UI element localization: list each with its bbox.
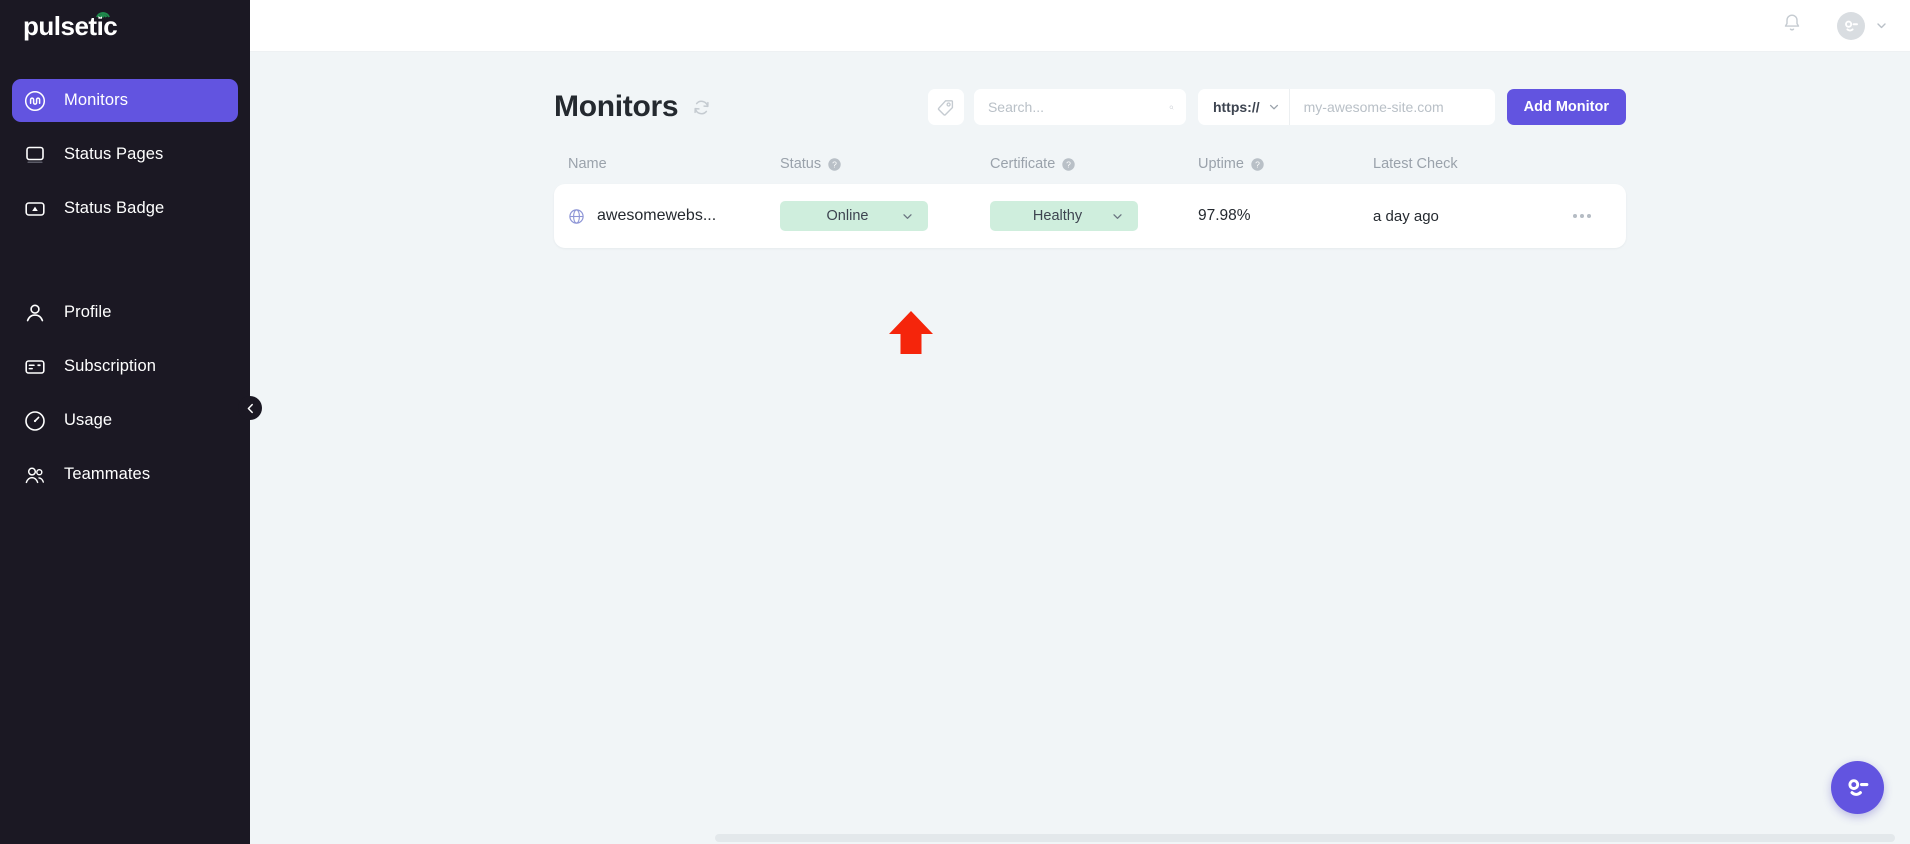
chevron-down-icon: [901, 210, 914, 223]
notifications-bell-button[interactable]: [1781, 12, 1803, 39]
account-menu-button[interactable]: [1837, 12, 1888, 40]
sidebar: pulsetic Monitors: [0, 0, 250, 844]
refresh-icon: [692, 98, 711, 117]
latest-check-value: a day ago: [1373, 208, 1439, 225]
sidebar-item-label: Teammates: [64, 465, 150, 484]
chevron-left-icon: [244, 402, 257, 415]
uptime-value: 97.98%: [1198, 207, 1251, 225]
monitor-certificate-cell: Healthy: [990, 201, 1198, 231]
url-input-group: https://: [1198, 89, 1495, 125]
sidebar-item-label: Status Badge: [64, 199, 164, 218]
monitor-wave-icon: [22, 88, 48, 114]
sidebar-item-usage[interactable]: Usage: [12, 399, 238, 442]
ellipsis-icon: [1580, 214, 1584, 218]
bell-icon: [1781, 12, 1803, 34]
status-badge-icon: [22, 196, 48, 222]
status-badge[interactable]: Online: [780, 201, 928, 231]
scrollbar-thumb[interactable]: [715, 834, 1895, 842]
sidebar-item-status-badge[interactable]: Status Badge: [12, 187, 238, 230]
main-area: Monitors: [250, 0, 1910, 844]
sidebar-item-teammates[interactable]: Teammates: [12, 453, 238, 496]
protocol-value: https://: [1213, 99, 1260, 115]
topbar: [250, 0, 1910, 52]
help-icon[interactable]: ?: [828, 158, 841, 171]
page-header: Monitors: [554, 52, 1626, 136]
help-icon[interactable]: ?: [1251, 158, 1264, 171]
refresh-button[interactable]: [692, 98, 711, 117]
chat-face-icon: [1842, 772, 1874, 804]
sidebar-item-label: Subscription: [64, 357, 156, 376]
monitor-name: awesomewebs...: [597, 207, 716, 225]
users-icon: [22, 462, 48, 488]
sidebar-nav: Monitors Status Pages: [12, 79, 238, 496]
chevron-down-icon: [1111, 210, 1124, 223]
ellipsis-icon: [1587, 214, 1591, 218]
row-actions-cell: [1552, 214, 1612, 218]
sidebar-item-subscription[interactable]: Subscription: [12, 345, 238, 388]
status-badge-label: Online: [780, 208, 901, 224]
chat-widget-button[interactable]: [1831, 761, 1884, 814]
search-icon: [1169, 99, 1174, 116]
card-icon: [22, 354, 48, 380]
column-header-certificate: Certificate ?: [990, 156, 1198, 172]
search-box[interactable]: [974, 89, 1186, 125]
monitors-table: awesomewebs... Online Healthy: [554, 184, 1626, 248]
tag-icon: [936, 98, 955, 117]
avatar-face-icon: [1841, 16, 1861, 36]
column-header-uptime: Uptime ?: [1198, 156, 1373, 172]
brand-logo[interactable]: pulsetic: [12, 0, 238, 52]
monitor-name-cell[interactable]: awesomewebs...: [568, 207, 780, 225]
monitor-latest-check-cell: a day ago: [1373, 208, 1552, 225]
avatar: [1837, 12, 1865, 40]
sidebar-item-label: Profile: [64, 303, 111, 322]
gauge-icon: [22, 408, 48, 434]
sidebar-item-profile[interactable]: Profile: [12, 291, 238, 334]
sidebar-item-label: Status Pages: [64, 145, 163, 164]
table-header-row: Name Status ? Certificate ?: [554, 144, 1626, 184]
help-icon[interactable]: ?: [1062, 158, 1075, 171]
certificate-badge-label: Healthy: [990, 208, 1111, 224]
column-header-name: Name: [568, 156, 780, 172]
add-monitor-button[interactable]: Add Monitor: [1507, 89, 1626, 125]
app-root: pulsetic Monitors: [0, 0, 1910, 844]
svg-text:?: ?: [1066, 159, 1071, 169]
chevron-down-icon: [1268, 101, 1280, 113]
toolbar: https:// Add Monitor: [928, 89, 1626, 125]
pulse-logo-icon: [96, 6, 110, 18]
protocol-select[interactable]: https://: [1198, 89, 1290, 125]
annotation-arrow: [888, 310, 934, 355]
page-content: Monitors: [250, 52, 1910, 844]
user-icon: [22, 300, 48, 326]
column-header-latest-check: Latest Check: [1373, 156, 1552, 172]
search-input[interactable]: [988, 99, 1169, 115]
tag-filter-button[interactable]: [928, 89, 964, 125]
ellipsis-icon: [1573, 214, 1577, 218]
monitor-status-cell: Online: [780, 201, 990, 231]
status-page-icon: [22, 142, 48, 168]
sidebar-divider-space: [12, 241, 238, 291]
page-title: Monitors: [554, 90, 678, 124]
globe-icon: [568, 208, 585, 225]
horizontal-scrollbar[interactable]: [500, 832, 1910, 844]
sidebar-item-monitors[interactable]: Monitors: [12, 79, 238, 122]
row-menu-button[interactable]: [1573, 214, 1591, 218]
chevron-down-icon: [1875, 19, 1888, 32]
monitor-url-input[interactable]: [1290, 89, 1495, 125]
svg-text:?: ?: [832, 159, 837, 169]
table-row[interactable]: awesomewebs... Online Healthy: [554, 184, 1626, 248]
monitor-uptime-cell: 97.98%: [1198, 207, 1373, 225]
sidebar-item-status-pages[interactable]: Status Pages: [12, 133, 238, 176]
column-header-status: Status ?: [780, 156, 990, 172]
certificate-badge[interactable]: Healthy: [990, 201, 1138, 231]
sidebar-item-label: Usage: [64, 411, 112, 430]
sidebar-collapse-button[interactable]: [238, 396, 262, 420]
page-title-group: Monitors: [554, 90, 711, 124]
svg-text:?: ?: [1255, 159, 1260, 169]
sidebar-item-label: Monitors: [64, 91, 128, 110]
